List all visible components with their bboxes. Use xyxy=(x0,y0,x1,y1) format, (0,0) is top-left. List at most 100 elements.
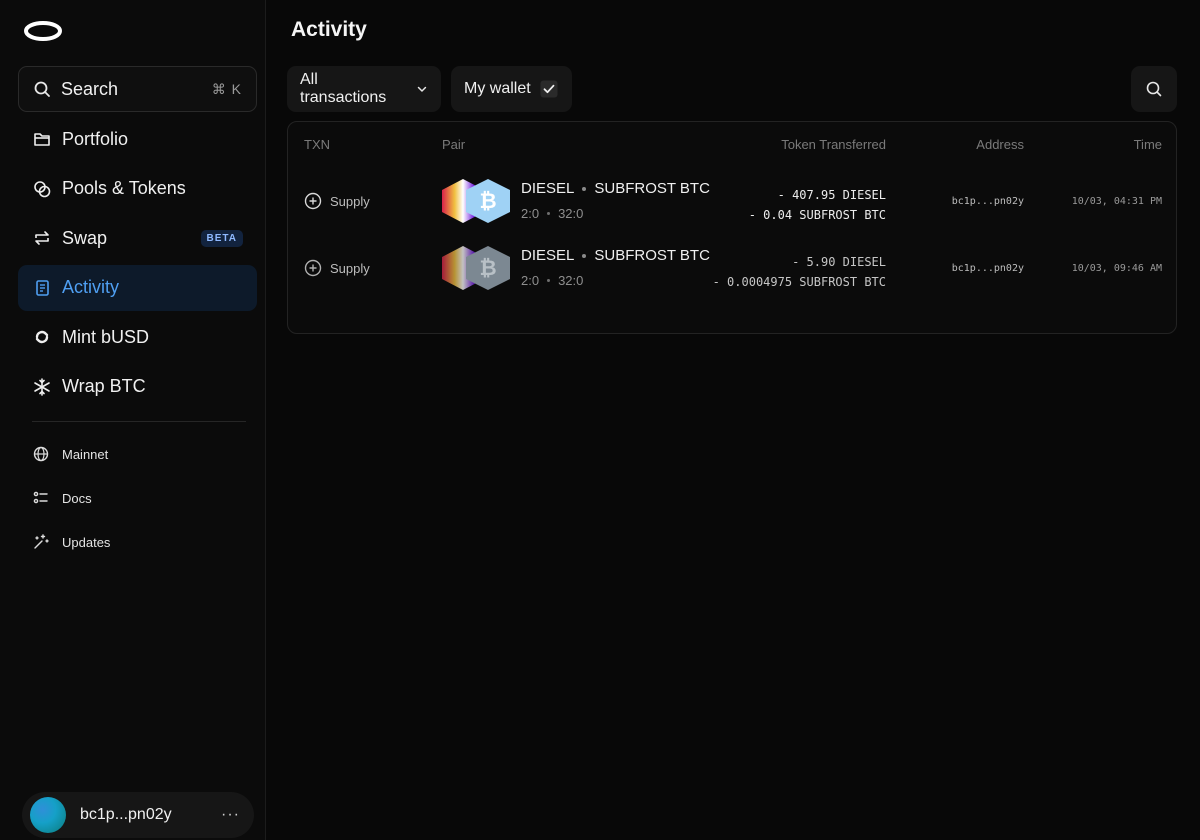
sparkle-icon xyxy=(34,534,49,549)
transactions-filter-dropdown[interactable]: All transactions xyxy=(287,66,441,112)
nav-label: Swap xyxy=(62,227,108,248)
table-search-button[interactable] xyxy=(1131,66,1177,112)
token-b-id: 32:0 xyxy=(558,206,584,221)
nav-item-updates[interactable]: Updates xyxy=(18,520,257,564)
docs-icon xyxy=(33,491,48,504)
nav-item-activity[interactable]: Activity xyxy=(18,264,257,311)
avatar xyxy=(30,797,66,833)
token-transferred-cell: - 5.90 DIESEL - 0.0004975 SUBFROST BTC xyxy=(713,252,886,292)
token-a-id: 2:0 xyxy=(521,273,540,288)
token-b-name: SUBFROST BTC xyxy=(594,180,710,197)
page-title: Activity xyxy=(291,18,367,41)
token-b-id: 32:0 xyxy=(558,273,584,288)
chevron-down-icon xyxy=(417,86,427,92)
txn-type: Supply xyxy=(330,193,370,209)
column-header-pair: Pair xyxy=(442,137,466,152)
search-shortcut: ⌘ K xyxy=(211,80,242,97)
nav-item-mainnet[interactable]: Mainnet xyxy=(18,432,257,476)
nav-label: Wrap BTC xyxy=(62,376,146,397)
nav-item-mint-busd[interactable]: Mint bUSD xyxy=(18,314,257,360)
amount-b: - 0.0004975 SUBFROST BTC xyxy=(712,275,886,289)
my-wallet-toggle[interactable]: My wallet xyxy=(451,66,572,112)
timestamp: 10/03, 04:31 PM xyxy=(1071,196,1162,207)
search-icon xyxy=(1146,81,1162,97)
separator-dot xyxy=(582,186,587,191)
plus-circle-icon xyxy=(304,259,322,277)
txn-cell: Supply xyxy=(304,192,370,210)
token-a-name: DIESEL xyxy=(521,180,575,197)
main-nav: Portfolio Pools & Tokens Swap BETA Activ… xyxy=(18,116,257,414)
search-button[interactable]: Search ⌘ K xyxy=(18,66,257,112)
amount-a: - 407.95 DIESEL xyxy=(777,188,886,202)
logo-icon[interactable] xyxy=(24,20,62,42)
main-content: Activity All transactions My wallet TXN … xyxy=(267,0,1200,840)
address-link[interactable]: bc1p...pn02y xyxy=(952,196,1024,207)
txn-cell: Supply xyxy=(304,259,370,277)
token-a-id: 2:0 xyxy=(521,206,540,221)
activity-table: TXN Pair Token Transferred Address Time … xyxy=(287,121,1177,334)
wallet-address: bc1p...pn02y xyxy=(80,806,172,823)
nav-label: Activity xyxy=(62,277,120,298)
token-a-name: DIESEL xyxy=(521,247,575,264)
pair-name: DIESEL SUBFROST BTC xyxy=(521,180,710,197)
nav-item-wrap-btc[interactable]: Wrap BTC xyxy=(18,364,257,410)
column-header-address: Address xyxy=(976,137,1024,152)
beta-badge: BETA xyxy=(200,229,243,247)
table-row[interactable]: Supply ₿ DIESEL SUBFROST BTC 2:0 32:0 - … xyxy=(288,235,1176,301)
snowflake-icon xyxy=(32,377,52,397)
bitcoin-symbol-icon: ₿ xyxy=(479,190,496,213)
nav-label: Pools & Tokens xyxy=(62,178,186,199)
token-transferred-cell: - 407.95 DIESEL - 0.04 SUBFROST BTC xyxy=(749,185,886,225)
separator-dot xyxy=(547,279,551,282)
sidebar-divider xyxy=(32,421,246,422)
search-icon xyxy=(34,81,50,97)
pair-icons: ₿ xyxy=(442,179,512,223)
folder-icon xyxy=(32,129,52,149)
nav-item-swap[interactable]: Swap BETA xyxy=(18,215,257,261)
app: Search ⌘ K Portfolio Pools & Tokens Swap… xyxy=(0,0,1200,840)
nav-label: Portfolio xyxy=(62,128,129,149)
table-header: TXN Pair Token Transferred Address Time xyxy=(288,122,1176,166)
separator-dot xyxy=(582,253,587,258)
checkmark-icon xyxy=(540,80,558,98)
nav-item-docs[interactable]: Docs xyxy=(18,476,257,520)
timestamp: 10/03, 09:46 AM xyxy=(1071,263,1162,274)
nav-label: Updates xyxy=(62,534,111,550)
pair-icons: ₿ xyxy=(442,246,512,290)
pair-name: DIESEL SUBFROST BTC xyxy=(521,247,710,264)
coins-icon xyxy=(32,179,52,199)
nav-label: Mint bUSD xyxy=(62,326,150,347)
globe-icon xyxy=(33,446,49,462)
txn-type: Supply xyxy=(330,260,370,276)
checkbox[interactable] xyxy=(540,80,558,98)
plus-circle-icon xyxy=(304,192,322,210)
search-label: Search xyxy=(61,78,119,99)
mint-icon xyxy=(32,327,52,347)
separator-dot xyxy=(547,212,551,215)
activity-icon xyxy=(32,278,52,298)
svg-text:₿: ₿ xyxy=(479,190,496,213)
column-header-txn: TXN xyxy=(304,137,330,152)
nav-label: Docs xyxy=(62,490,92,506)
nav-item-portfolio[interactable]: Portfolio xyxy=(18,116,257,162)
pair-ids: 2:0 32:0 xyxy=(521,206,583,221)
address-link[interactable]: bc1p...pn02y xyxy=(952,263,1024,274)
pair-ids: 2:0 32:0 xyxy=(521,273,583,288)
secondary-nav: Mainnet Docs Updates xyxy=(18,432,257,564)
wallet-account-button[interactable]: bc1p...pn02y ··· xyxy=(22,792,254,838)
table-row[interactable]: Supply ₿ DIESEL SUBFROST BTC 2:0 32:0 - … xyxy=(288,168,1176,234)
nav-item-pools-tokens[interactable]: Pools & Tokens xyxy=(18,166,257,212)
sidebar: Search ⌘ K Portfolio Pools & Tokens Swap… xyxy=(0,0,266,840)
amount-b: - 0.04 SUBFROST BTC xyxy=(748,208,886,222)
column-header-time: Time xyxy=(1133,137,1162,152)
swap-icon xyxy=(32,228,52,248)
nav-label: Mainnet xyxy=(62,446,109,462)
amount-a: - 5.90 DIESEL xyxy=(792,255,886,269)
more-icon[interactable]: ··· xyxy=(221,806,246,824)
column-header-token-transferred: Token Transferred xyxy=(781,137,886,152)
my-wallet-label: My wallet xyxy=(464,80,531,97)
bitcoin-symbol-icon: ₿ xyxy=(479,257,496,280)
svg-text:₿: ₿ xyxy=(479,257,496,280)
token-b-name: SUBFROST BTC xyxy=(594,247,710,264)
transactions-filter-label: All transactions xyxy=(300,71,387,106)
